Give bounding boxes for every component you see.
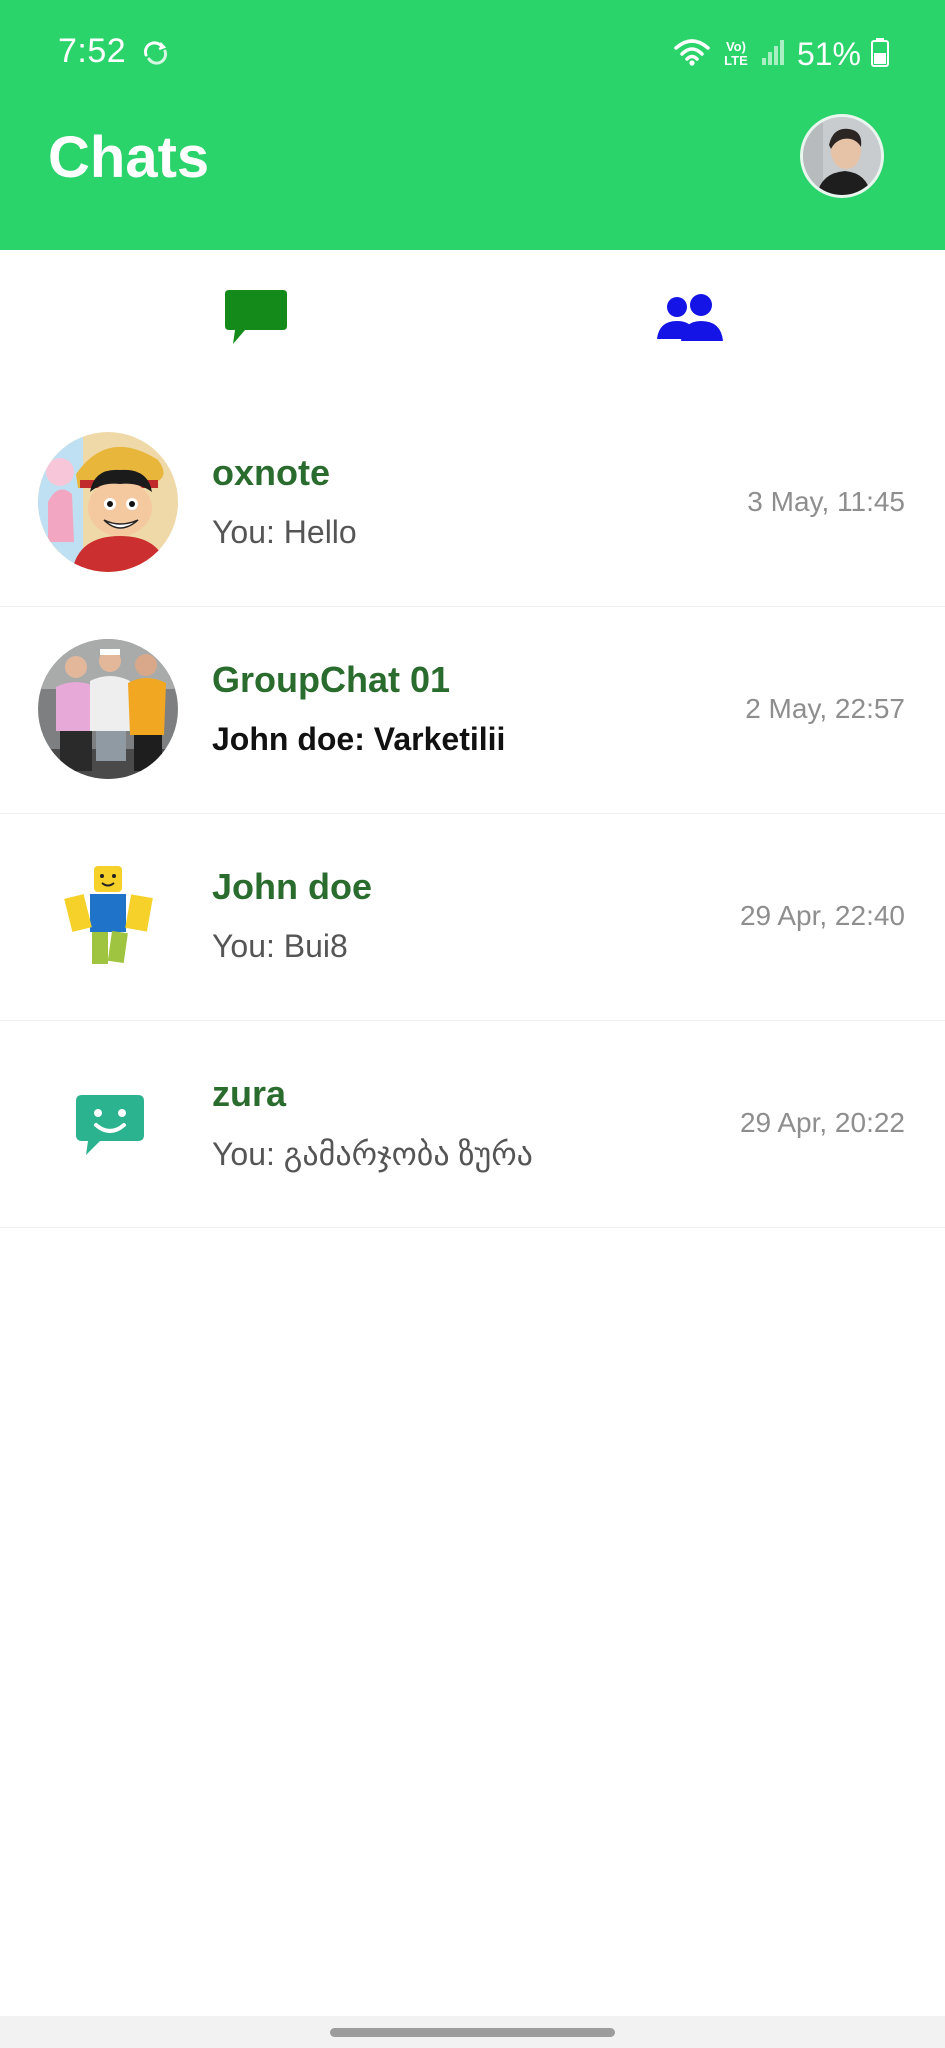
chat-name: zura xyxy=(212,1073,287,1114)
smiley-chat-avatar xyxy=(38,1053,178,1193)
status-icons: Vo) LTE 51% xyxy=(673,32,889,76)
wifi-icon xyxy=(673,37,711,72)
app-root: 7:52 Vo) LTE 51% Chats oxnote You: Hello… xyxy=(0,0,945,2048)
chat-row-oxnote[interactable]: oxnote You: Hello 3 May, 11:45 xyxy=(0,400,945,607)
chat-name: oxnote xyxy=(212,452,331,493)
chat-time: 29 Apr, 22:40 xyxy=(739,900,905,931)
chat-preview: You: გამარჯობა ზურა xyxy=(212,1136,533,1172)
chat-time: 2 May, 22:57 xyxy=(745,693,905,724)
chat-time: 3 May, 11:45 xyxy=(747,486,905,517)
profile-avatar[interactable] xyxy=(800,114,884,198)
tab-users[interactable] xyxy=(630,280,750,360)
home-indicator[interactable] xyxy=(330,2028,615,2037)
blocky-figure-avatar xyxy=(38,846,178,986)
chat-name: GroupChat 01 xyxy=(212,659,451,700)
sync-icon xyxy=(140,38,170,68)
chat-name: John doe xyxy=(212,866,372,907)
chat-row-john-doe[interactable]: John doe You: Bui8 29 Apr, 22:40 xyxy=(0,814,945,1021)
chat-row-groupchat-01[interactable]: GroupChat 01 John doe: Varketilii 2 May,… xyxy=(0,607,945,814)
chat-row-zura[interactable]: zura You: გამარჯობა ზურა 29 Apr, 20:22 xyxy=(0,1021,945,1228)
chat-preview: John doe: Varketilii xyxy=(212,721,506,757)
status-time: 7:52 xyxy=(58,32,127,70)
chat-bubble-icon xyxy=(223,288,289,353)
battery-percent: 51% xyxy=(796,35,861,72)
chat-time: 29 Apr, 20:22 xyxy=(739,1107,905,1138)
app-header: 7:52 Vo) LTE 51% Chats xyxy=(0,0,945,250)
chat-preview: You: Hello xyxy=(212,514,357,550)
battery-icon xyxy=(871,37,889,72)
anime-character-avatar xyxy=(38,432,178,572)
page-title: Chats xyxy=(48,125,210,190)
tab-chats[interactable] xyxy=(196,280,316,360)
chat-list: oxnote You: Hello 3 May, 11:45 GroupChat… xyxy=(0,400,945,1228)
system-nav-bar xyxy=(0,2016,945,2048)
tab-bar xyxy=(0,250,945,390)
volte-icon: Vo) LTE xyxy=(724,39,748,68)
signal-icon xyxy=(761,38,787,71)
status-bar: 7:52 Vo) LTE 51% xyxy=(0,0,945,110)
people-icon xyxy=(655,293,725,348)
chat-preview: You: Bui8 xyxy=(212,928,348,964)
group-photo-avatar xyxy=(38,639,178,779)
